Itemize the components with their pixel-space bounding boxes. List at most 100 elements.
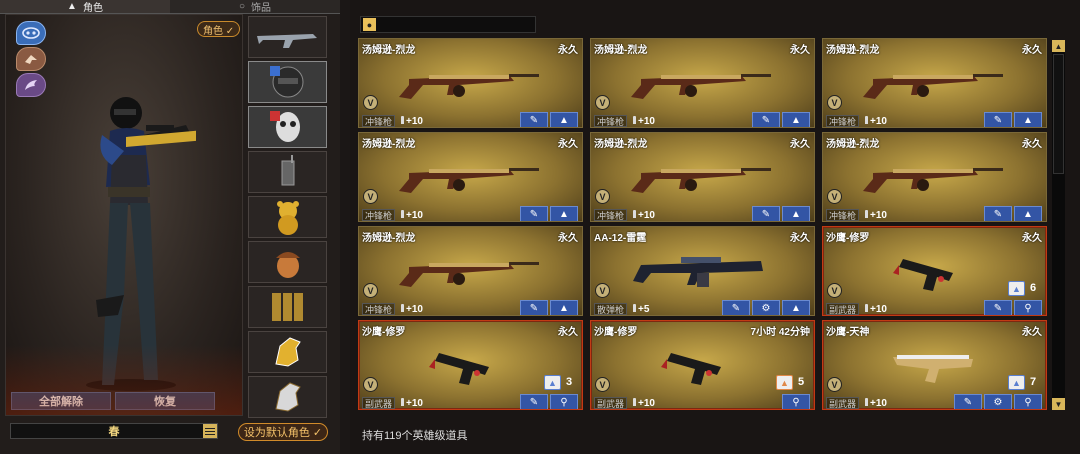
wrench-button[interactable]: ✎: [520, 300, 548, 315]
item-card[interactable]: AA-12-雷霆 永久 V 散弹枪 +5 ▲ ⚙ ✎: [590, 226, 815, 316]
item-card[interactable]: 汤姆逊-烈龙 永久 V 冲锋枪 +10 ▲ ✎: [358, 132, 583, 222]
tab-accessories[interactable]: ○ 饰品: [170, 0, 340, 14]
ammo-box-slot[interactable]: [248, 286, 327, 328]
v-badge-icon: V: [827, 377, 842, 392]
v-badge-icon: V: [363, 95, 378, 110]
item-card[interactable]: 汤姆逊-烈龙 永久 V 冲锋枪 +10 ▲ ✎: [358, 38, 583, 128]
wrench-button[interactable]: ✎: [520, 112, 548, 127]
wrench-button[interactable]: ✎: [520, 394, 548, 409]
item-card[interactable]: 汤姆逊-烈龙 永久 V 冲锋枪 +10 ▲ ✎: [822, 38, 1047, 128]
up-arrow-button[interactable]: ▲: [782, 300, 810, 315]
item-duration: 永久: [558, 139, 578, 150]
item-card[interactable]: 汤姆逊-烈龙 永久 V 冲锋枪 +10 ▲ ✎: [358, 226, 583, 316]
wrench-button[interactable]: ✎: [984, 300, 1012, 315]
wrench-button[interactable]: ✎: [984, 112, 1012, 127]
silver-horse-icon: [274, 382, 301, 412]
item-type: 散弹枪: [594, 303, 628, 315]
up-arrow-button[interactable]: ▲: [1014, 206, 1042, 221]
item-card[interactable]: 汤姆逊-烈龙 永久 V 冲锋枪 +10 ▲ ✎: [822, 132, 1047, 222]
item-card[interactable]: 汤姆逊-烈龙 永久 V 冲锋枪 +10 ▲ ✎: [590, 132, 815, 222]
set-default-character-button[interactable]: 设为默认角色 ✓: [238, 423, 328, 441]
helmet-slot[interactable]: [248, 61, 327, 103]
search-icon: ⚲: [792, 396, 800, 408]
ammo-icon: [633, 116, 636, 124]
unequip-all-button[interactable]: 全部解除: [11, 392, 111, 410]
golden-horse-slot[interactable]: [248, 331, 327, 373]
character-preview[interactable]: 角色 ✓ 全部解除 恢复: [5, 14, 243, 416]
menu-icon[interactable]: [203, 424, 217, 438]
bird-category-icon[interactable]: [16, 47, 46, 71]
search-button[interactable]: ⚲: [1014, 300, 1042, 315]
item-count-label: 持有119个英雄级道具: [362, 430, 468, 442]
scroll-down-button[interactable]: ▼: [1052, 398, 1065, 410]
character-name-field[interactable]: 春: [10, 423, 218, 439]
wrench-icon: ✎: [993, 114, 1003, 126]
item-type: 副武器: [826, 397, 860, 409]
item-stat: +10: [865, 116, 887, 127]
item-card[interactable]: 汤姆逊-烈龙 永久 V 冲锋枪 +10 ▲ ✎: [590, 38, 815, 128]
role-badge[interactable]: 角色 ✓: [197, 21, 241, 37]
wrench-icon: ✎: [529, 114, 539, 126]
skull-mask-slot[interactable]: [248, 106, 327, 148]
search-icon: ⚲: [1024, 396, 1032, 408]
silver-horse-slot[interactable]: [248, 376, 327, 418]
item-name: 汤姆逊-烈龙: [594, 45, 648, 56]
up-arrow-button[interactable]: ▲: [1014, 112, 1042, 127]
v-badge-icon: V: [827, 283, 842, 298]
rifle-slot[interactable]: [248, 16, 327, 58]
item-stat: +10: [865, 398, 887, 409]
pack-count: 3: [566, 376, 573, 388]
v-badge-icon: V: [595, 95, 610, 110]
wrench-button[interactable]: ✎: [520, 206, 548, 221]
up-arrow-button[interactable]: ▲: [550, 300, 578, 315]
item-card[interactable]: 沙鹰-天神 永久 V 副武器 +10 ⚲ ⚙ ✎ ▲ 7: [822, 320, 1047, 410]
restore-button[interactable]: 恢复: [115, 392, 215, 410]
up-arrow-button[interactable]: ▲: [782, 206, 810, 221]
ammo-icon: [401, 210, 404, 218]
item-duration: 永久: [1022, 327, 1042, 338]
tab-character-label: 角色: [82, 3, 103, 14]
up-arrow-button[interactable]: ▲: [550, 112, 578, 127]
helmet-icon: [269, 66, 303, 98]
acorn-slot[interactable]: [248, 241, 327, 283]
item-stat: +5: [633, 304, 649, 315]
item-stat: +10: [865, 304, 887, 315]
search-button[interactable]: ⚲: [1014, 394, 1042, 409]
shotgun-gun-image: [633, 257, 763, 287]
item-stat: +10: [865, 210, 887, 221]
search-button[interactable]: ⚲: [782, 394, 810, 409]
ammo-icon: [865, 304, 868, 312]
search-button[interactable]: ⚲: [550, 394, 578, 409]
wing-category-icon[interactable]: [16, 73, 46, 97]
ring-icon: ○: [238, 1, 246, 12]
scroll-up-button[interactable]: ▲: [1052, 40, 1065, 52]
item-card[interactable]: 沙鹰-修罗 永久 V 副武器 +10 ⚲ ✎ ▲ 6: [822, 226, 1047, 316]
gear-button[interactable]: ⚙: [984, 394, 1012, 409]
mask-category-icon[interactable]: [16, 21, 46, 45]
up-arrow-button[interactable]: ▲: [550, 206, 578, 221]
wrench-button[interactable]: ✎: [722, 300, 750, 315]
item-card[interactable]: 沙鹰-修罗 7小时 42分钟 V 副武器 +10 ⚲ ▲ 5: [590, 320, 815, 410]
pack-count: 6: [1030, 282, 1037, 294]
radio-slot[interactable]: [248, 151, 327, 193]
item-duration: 永久: [558, 233, 578, 244]
item-duration: 永久: [790, 233, 810, 244]
wrench-icon: ✎: [529, 208, 539, 220]
item-card[interactable]: 沙鹰-修罗 永久 V 副武器 +10 ⚲ ✎ ▲ 3: [358, 320, 583, 410]
gear-button[interactable]: ⚙: [752, 300, 780, 315]
search-icon: ⚲: [560, 396, 568, 408]
skull-mask-icon: [269, 111, 300, 142]
wrench-button[interactable]: ✎: [984, 206, 1012, 221]
search-input[interactable]: ●: [360, 16, 536, 33]
scrollbar-thumb[interactable]: [1053, 54, 1064, 174]
golden-bear-slot[interactable]: [248, 196, 327, 238]
scrollbar[interactable]: ▲ ▼: [1052, 40, 1065, 410]
tommy-gun-image: [399, 262, 539, 287]
wrench-button[interactable]: ✎: [954, 394, 982, 409]
wrench-button[interactable]: ✎: [752, 112, 780, 127]
up-arrow-button[interactable]: ▲: [782, 112, 810, 127]
wrench-button[interactable]: ✎: [752, 206, 780, 221]
wrench-icon: ✎: [761, 114, 771, 126]
tab-character[interactable]: ▲ 角色: [0, 0, 170, 14]
item-type: 副武器: [362, 397, 396, 409]
